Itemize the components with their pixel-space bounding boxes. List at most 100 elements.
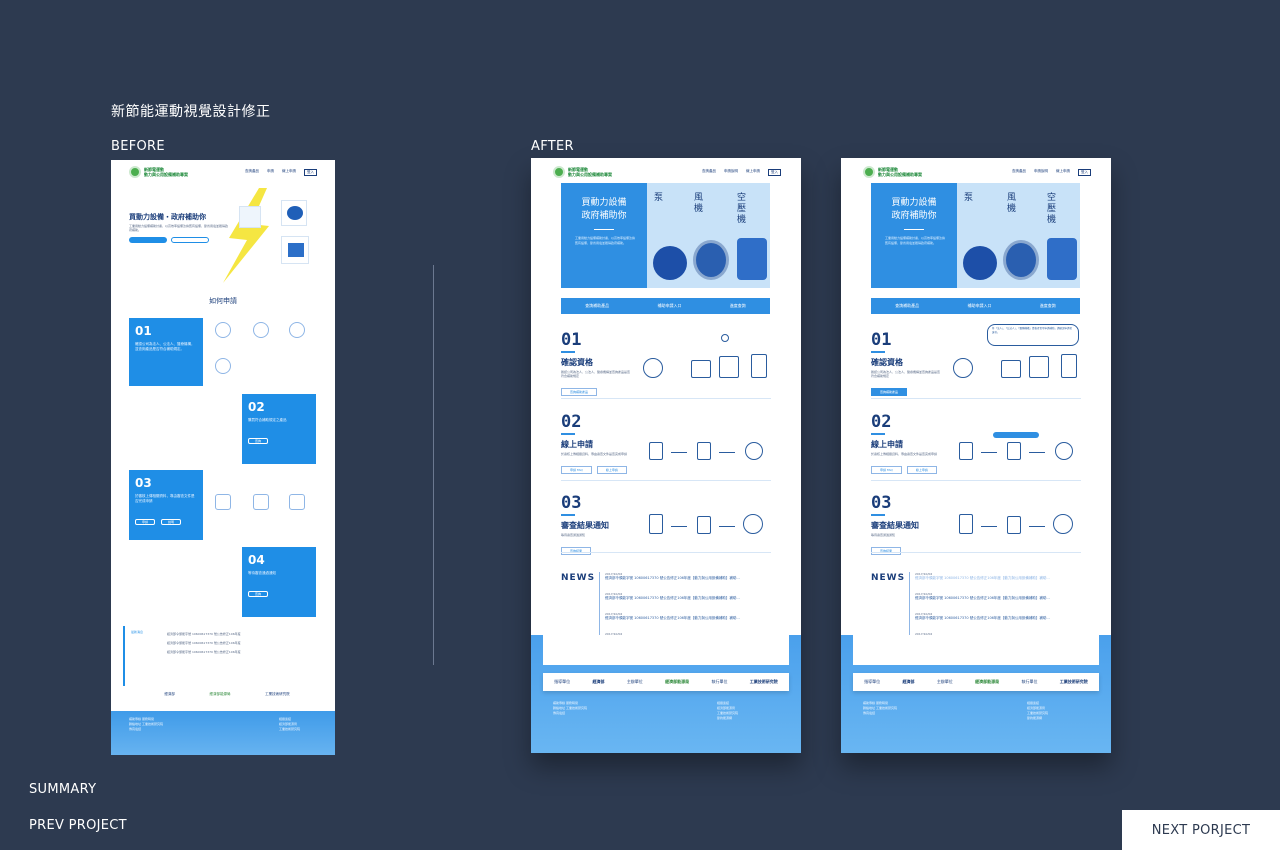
news-item[interactable]: 2017/10/02經濟部令頒能字號 10600617370 號公告修正106年… <box>605 572 740 581</box>
apply-entry-link[interactable]: 補助申請入口 <box>967 303 991 309</box>
before-footer: 補助專線 服務時間 聯絡地址 工業技術研究院 傳真電話 相關連結 經濟部能源局 工業技術… <box>111 711 335 755</box>
news-heading: NEWS <box>871 573 906 583</box>
partner-logos: 經濟部 經濟部能源局 工業技術研究院 <box>164 692 290 696</box>
news-item[interactable]: 2017/10/02經濟部令頒能字號 10600617370 號公告修正106年… <box>915 592 1050 601</box>
top-nav[interactable]: 查詢產品 申請說明 線上申請 登入 <box>1012 169 1091 176</box>
form-icon <box>697 442 711 460</box>
office-icon <box>649 514 663 534</box>
news-item[interactable]: 2017/10/02經濟部令頒能字號 10600617370 號公告修正106年… <box>915 612 1050 621</box>
progress-query-link[interactable]: 進度查詢 <box>730 303 746 309</box>
money-icon <box>743 514 763 534</box>
building-icon <box>691 360 711 378</box>
lightning-icon <box>223 188 269 283</box>
document-icon <box>959 442 973 460</box>
bubble-icon <box>721 334 729 342</box>
news-list: 經濟部令頒能字號 10600617370 號公告修正106年度 經濟部令頒能字號… <box>167 632 241 654</box>
category-fan[interactable]: 風機 <box>694 193 704 215</box>
fan-icon <box>953 358 973 378</box>
logo-icon <box>553 166 565 178</box>
product-card-3 <box>281 236 309 264</box>
page-title: 新節能運動視覺設計修正 <box>111 104 271 120</box>
product-card-1 <box>239 206 261 228</box>
after-footer: 指導單位 經濟部 主辦單位 經濟部能源局 執行單位 工業技術研究院 補助專線 服務時間… <box>841 635 1111 753</box>
hero-button-2[interactable] <box>171 237 209 243</box>
how-to-heading: 如何申請 <box>209 297 237 305</box>
news-item[interactable]: 2017/10/02經濟部令頒能字號 10600617370 號公告修正106年… <box>605 612 740 621</box>
product-card-2 <box>281 200 307 226</box>
category-compressor[interactable]: 空壓機 <box>1047 193 1057 226</box>
logo-icon <box>863 166 875 178</box>
step-icon <box>289 322 305 338</box>
brand-logo: 新節電運動 動力與公用設備補助專案 <box>863 166 922 178</box>
step-icon <box>215 322 231 338</box>
prev-project-link[interactable]: PREV PROJECT <box>29 818 127 833</box>
category-compressor[interactable]: 空壓機 <box>737 193 747 226</box>
fan-image <box>693 240 729 280</box>
after-label: AFTER <box>531 139 574 154</box>
hero-banner: 買動力設備 政府補助你 工業用動力設備補助計畫，以高效率設備汰換舊有設備，節省用電… <box>561 183 770 288</box>
step-01: 01 確認資格 確認公司為法人、公法人、醫療機構並查詢產品是否符合補助規定 查詢… <box>871 330 941 396</box>
next-project-button[interactable]: NEXT PORJECT <box>1122 810 1280 850</box>
divider <box>433 265 434 665</box>
step-02: 02 線上申請 於審核上傳相關資料，專由審查文件是否完成申請 申請 FAQ 線上… <box>871 412 938 474</box>
document-icon <box>649 442 663 460</box>
partner-bar: 指導單位 經濟部 主辦單位 經濟部能源局 執行單位 工業技術研究院 <box>543 673 789 691</box>
step-03: 03 審查結果通知 等待審查通過通知 查詢結果 <box>871 493 919 555</box>
search-products-link[interactable]: 查詢補助產品 <box>585 303 609 309</box>
news-item[interactable]: 2017/10/02經濟部令頒能字號 10600617370 號公告修正106年… <box>915 572 1050 581</box>
logo-icon <box>129 166 141 178</box>
money-icon <box>1053 514 1073 534</box>
progress-query-link[interactable]: 進度查詢 <box>1040 303 1056 309</box>
hero-banner: 買動力設備 政府補助你 工業用動力設備補助計畫，以高效率設備汰換舊有設備，節省用電… <box>871 183 1080 288</box>
office-icon <box>959 514 973 534</box>
before-mockup: 新節電運動 動力與公用設備補助專案 查詢產品 申請 線上申請 登入 買動力設備・政府補助… <box>111 160 335 755</box>
apply-entry-link[interactable]: 補助申請入口 <box>657 303 681 309</box>
hero-title: 買動力設備・政府補助你 <box>129 213 206 221</box>
hospital-icon <box>719 356 739 378</box>
after-mockup-1: 新節電運動 動力與公用設備補助專案 查詢產品 申請說明 線上申請 登入 買動力設備 政府補… <box>531 158 801 753</box>
top-nav[interactable]: 查詢產品 申請 線上申請 登入 <box>245 169 317 176</box>
search-bar: 查詢補助產品 補助申請入口 進度查詢 <box>561 298 770 314</box>
fan-icon <box>643 358 663 378</box>
brand-logo: 新節電運動 動力與公用設備補助專案 <box>553 166 612 178</box>
approved-doc-icon <box>697 516 711 534</box>
compressor-image <box>1047 238 1077 280</box>
summary-link[interactable]: SUMMARY <box>29 782 96 797</box>
step-tag <box>993 432 1039 438</box>
building-icon <box>1001 360 1021 378</box>
step-04-box: 04 等待審查通過通知 查詢 <box>242 547 316 617</box>
category-pump[interactable]: 泵 <box>654 193 663 204</box>
clock-icon <box>745 442 763 460</box>
step-icon <box>253 322 269 338</box>
after-footer: 指導單位 經濟部 主辦單位 經濟部能源局 執行單位 工業技術研究院 補助專線 服務時間… <box>531 635 801 753</box>
news-heading: NEWS <box>561 573 596 583</box>
search-products-link[interactable]: 查詢補助產品 <box>895 303 919 309</box>
fan-image <box>1003 240 1039 280</box>
step-01: 01 確認資格 確認公司為法人、公法人、醫療機構並查詢產品是否符合補助規定 查詢… <box>561 330 631 396</box>
before-label: BEFORE <box>111 139 165 154</box>
category-fan[interactable]: 風機 <box>1007 193 1017 215</box>
approved-doc-icon <box>1007 516 1021 534</box>
step-03-box: 03 於審核上傳相關資料，專由審查文件是否完成申請 申請 說明 <box>129 470 203 540</box>
pump-image <box>653 246 687 280</box>
office-icon <box>751 354 767 378</box>
clock-icon <box>1055 442 1073 460</box>
hospital-icon <box>1029 356 1049 378</box>
step-01-box: 01 確認公司為法人、公法人、醫療機構，並查詢產品是否符合補助規定。 <box>129 318 203 386</box>
category-pump[interactable]: 泵 <box>964 193 973 204</box>
hero-button[interactable] <box>129 237 167 243</box>
step-02-box: 02 購買符合補助規定之產品 查詢 <box>242 394 316 464</box>
step-03: 03 審查結果通知 等待審查通過通知 查詢結果 <box>561 493 609 555</box>
partner-bar: 指導單位 經濟部 主辦單位 經濟部能源局 執行單位 工業技術研究院 <box>853 673 1099 691</box>
step-02: 02 線上申請 於審核上傳相關資料，專由審查文件是否完成申請 申請 FAQ 線上… <box>561 412 628 474</box>
compressor-image <box>737 238 767 280</box>
tooltip-bubble: 符「法人」、「公法人」、「醫療機構」資格者皆可申請補助，請確認申請者身份。 <box>987 324 1079 346</box>
step-icon <box>289 494 305 510</box>
form-icon <box>1007 442 1021 460</box>
news-item[interactable]: 2017/10/02經濟部令頒能字號 10600617370 號公告修正106年… <box>605 592 740 601</box>
top-nav[interactable]: 查詢產品 申請說明 線上申請 登入 <box>702 169 781 176</box>
pump-image <box>963 246 997 280</box>
brand-logo: 新節電運動 動力與公用設備補助專案 <box>129 166 188 178</box>
office-icon <box>1061 354 1077 378</box>
step-icon <box>215 494 231 510</box>
